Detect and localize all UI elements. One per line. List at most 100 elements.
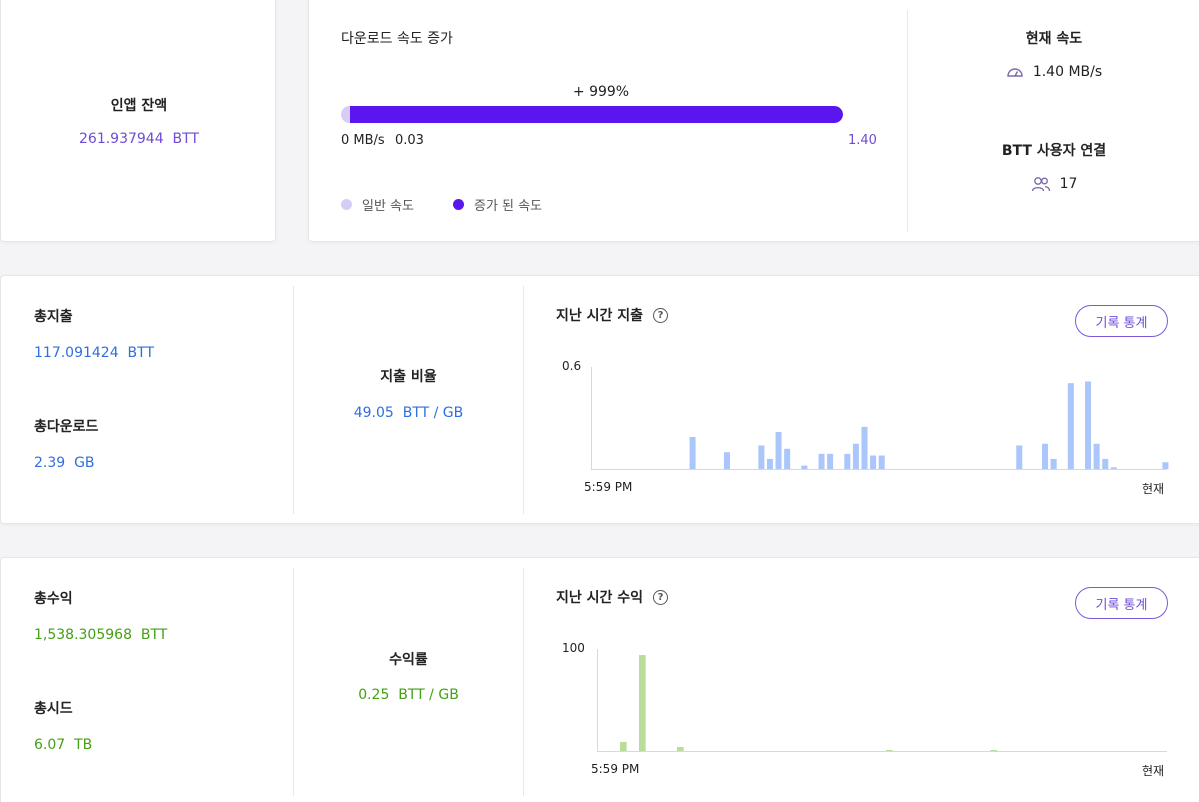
- spend-chart-bar: [1162, 462, 1169, 469]
- total-download-amount: 2.39: [34, 455, 66, 471]
- legend-boosted: 증가 된 속도: [453, 195, 542, 214]
- spend-chart-bar: [775, 431, 782, 469]
- earn-history-button[interactable]: 기록 통계: [1075, 587, 1168, 619]
- connections-value: 17: [1059, 176, 1078, 192]
- spend-chart-bar: [1085, 381, 1092, 469]
- spend-divider-2: [523, 286, 524, 514]
- earn-chart-bar: [886, 750, 893, 751]
- spend-chart-bar: [1042, 443, 1049, 469]
- total-download-value: 2.39 GB: [34, 455, 95, 471]
- earn-chart-bar: [677, 746, 684, 751]
- earn-chart-bar: [990, 750, 998, 751]
- spend-rate-value: 49.05 BTT / GB: [294, 405, 523, 421]
- spend-chart-bar: [852, 443, 859, 469]
- legend-normal: 일반 속도: [341, 195, 414, 214]
- speed-increase-percent: + 999%: [572, 84, 630, 100]
- balance-card: 인앱 잔액 261.937944 BTT: [0, 0, 276, 242]
- spend-card: 총지출 117.091424 BTT 총다운로드 2.39 GB 지출 비율 4…: [0, 275, 1199, 524]
- total-earn-label: 총수익: [34, 591, 73, 607]
- earn-rate-amount: 0.25: [358, 687, 390, 703]
- earn-chart-bar: [639, 655, 646, 751]
- total-seed-value: 6.07 TB: [34, 737, 92, 753]
- speed-normal-value: 0.03: [395, 133, 424, 148]
- spend-rate-label: 지출 비율: [380, 369, 437, 385]
- speed-bar-boosted: [350, 106, 843, 123]
- earn-x-end: 현재: [1142, 764, 1165, 778]
- total-spend-value: 117.091424 BTT: [34, 345, 154, 361]
- balance-unit: BTT: [172, 131, 199, 147]
- legend-normal-dot: [341, 199, 352, 210]
- spend-chart: [591, 367, 1169, 470]
- spend-chart-bar: [827, 453, 834, 469]
- spend-chart-bar: [870, 455, 877, 469]
- spend-chart-bar: [818, 453, 825, 469]
- total-download-unit: GB: [74, 455, 95, 471]
- earn-card: 총수익 1,538.305968 BTT 총시드 6.07 TB 수익률 0.2…: [0, 557, 1199, 802]
- legend-normal-label: 일반 속도: [362, 199, 414, 214]
- total-seed-amount: 6.07: [34, 737, 66, 753]
- spend-chart-bar: [801, 465, 808, 469]
- legend-boosted-label: 증가 된 속도: [474, 199, 543, 214]
- speed-card: 다운로드 속도 증가 + 999% 0 MB/s 0.03 1.40 일반 속도…: [308, 0, 1199, 242]
- legend-boosted-dot: [453, 199, 464, 210]
- earn-divider-2: [523, 568, 524, 796]
- spend-rate-amount: 49.05: [353, 405, 394, 421]
- earn-rate-label: 수익률: [389, 652, 428, 668]
- spend-chart-title-text: 지난 시간 지출: [556, 308, 644, 324]
- connections: 17: [908, 176, 1199, 192]
- spend-chart-bar: [1093, 443, 1100, 469]
- earn-chart: [597, 649, 1167, 752]
- total-seed-label: 총시드: [34, 701, 73, 717]
- total-spend-amount: 117.091424: [34, 345, 119, 361]
- total-earn-amount: 1,538.305968: [34, 627, 132, 643]
- spend-chart-bar: [1016, 445, 1023, 469]
- spend-divider-1: [293, 286, 294, 514]
- spend-chart-bar: [844, 453, 851, 469]
- spend-y-max-label: 0.6: [562, 359, 582, 373]
- total-seed-unit: TB: [74, 737, 93, 753]
- speedometer-icon: [1007, 68, 1023, 77]
- earn-divider-1: [293, 568, 294, 796]
- earn-x-start: 5:59 PM: [591, 762, 640, 776]
- spend-chart-bar: [1067, 383, 1074, 469]
- speed-base-label: 0 MB/s: [341, 133, 385, 148]
- spend-chart-bar: [766, 458, 773, 469]
- spend-rate-unit: BTT / GB: [402, 405, 464, 421]
- total-spend-unit: BTT: [127, 345, 154, 361]
- spend-x-end: 현재: [1142, 482, 1165, 496]
- total-earn-unit: BTT: [140, 627, 168, 643]
- help-icon[interactable]: ?: [653, 307, 669, 323]
- earn-chart-title-text: 지난 시간 수익: [556, 590, 644, 606]
- speed-bar: [341, 106, 843, 123]
- earn-chart-bar: [620, 741, 627, 751]
- spend-chart-bar: [1050, 458, 1057, 469]
- balance-amount: 261.937944: [79, 131, 164, 147]
- spend-chart-bar: [689, 437, 696, 469]
- total-download-label: 총다운로드: [34, 419, 99, 435]
- connections-label: BTT 사용자 연결: [1001, 143, 1107, 159]
- spend-chart-bar: [723, 452, 730, 469]
- earn-rate-value: 0.25 BTT / GB: [294, 687, 523, 703]
- users-icon: [1031, 177, 1050, 192]
- spend-history-button[interactable]: 기록 통계: [1075, 305, 1168, 337]
- spend-chart-bar: [861, 426, 868, 469]
- current-speed-value: 1.40 MB/s: [1032, 64, 1103, 80]
- spend-chart-bar: [1102, 458, 1109, 469]
- spend-x-start: 5:59 PM: [584, 480, 633, 494]
- spend-chart-bar: [784, 448, 791, 469]
- total-spend-label: 총지출: [34, 309, 73, 325]
- spend-chart-bar: [1110, 467, 1117, 469]
- earn-rate-unit: BTT / GB: [398, 687, 459, 703]
- earn-chart-title: 지난 시간 수익 ?: [556, 587, 669, 607]
- spend-chart-title: 지난 시간 지출 ?: [556, 305, 669, 325]
- balance-value: 261.937944 BTT: [1, 131, 277, 147]
- spend-chart-bar: [758, 445, 765, 469]
- current-speed-label: 현재 속도: [1025, 31, 1083, 47]
- balance-label: 인앱 잔액: [110, 98, 168, 114]
- spend-chart-bar: [878, 455, 885, 469]
- speed-boosted-value: 1.40: [848, 133, 877, 148]
- earn-y-max-label: 100: [562, 641, 585, 655]
- total-earn-value: 1,538.305968 BTT: [34, 627, 167, 643]
- help-icon[interactable]: ?: [653, 589, 669, 605]
- speed-boost-title: 다운로드 속도 증가: [341, 31, 453, 47]
